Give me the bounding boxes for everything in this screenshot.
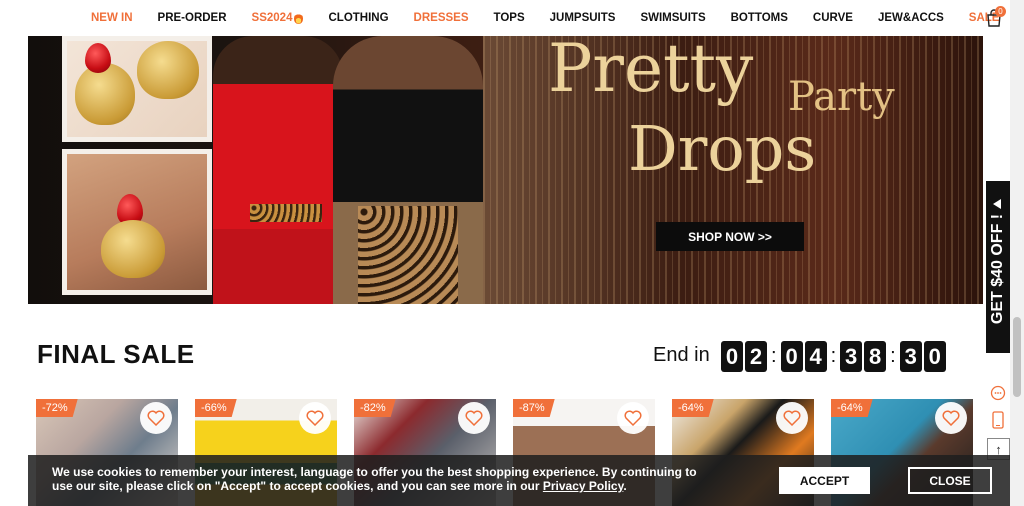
model-red-dress	[213, 36, 343, 304]
wishlist-heart-icon[interactable]	[776, 402, 808, 434]
wishlist-heart-icon[interactable]	[935, 402, 967, 434]
gold-leaf-earring	[137, 41, 199, 99]
fire-icon	[294, 12, 304, 24]
countdown-digit: 0	[923, 341, 946, 372]
mobile-app-icon[interactable]	[989, 411, 1007, 429]
countdown-separator: :	[771, 345, 777, 367]
close-cookie-button[interactable]: CLOSE	[908, 467, 992, 494]
nav-item-jew-accs[interactable]: JEW&ACCS	[878, 12, 944, 24]
nav-links: NEW IN PRE-ORDER SS2024 CLOTHING DRESSES…	[91, 12, 1024, 24]
discount-badge: -64%	[831, 399, 873, 417]
cart-count-badge: 0	[995, 6, 1006, 17]
nav-item-bottoms[interactable]: BOTTOMS	[731, 12, 788, 24]
collapse-arrow-icon[interactable]	[993, 199, 1001, 209]
hero-headline-drops: Drops	[628, 112, 817, 185]
final-sale-title: FINAL SALE	[37, 339, 195, 369]
gold-leaf-earring	[75, 63, 135, 125]
leopard-skirt	[358, 206, 458, 304]
nav-item-pre-order[interactable]: PRE-ORDER	[158, 12, 227, 24]
wishlist-heart-icon[interactable]	[617, 402, 649, 434]
nav-item-curve[interactable]: CURVE	[813, 12, 853, 24]
red-gem	[85, 43, 111, 73]
countdown-separator: :	[890, 345, 896, 367]
nav-item-jumpsuits[interactable]: JUMPSUITS	[550, 12, 616, 24]
end-in-label: End in	[653, 344, 710, 366]
discount-badge: -66%	[195, 399, 237, 417]
promo-label: GET $40 OFF !	[989, 213, 1006, 325]
countdown-digit: 4	[804, 341, 827, 372]
earring-photo-top	[62, 36, 212, 142]
nav-item-tops[interactable]: TOPS	[494, 12, 525, 24]
discount-badge: -64%	[672, 399, 714, 417]
page-scrollbar[interactable]	[1010, 0, 1024, 506]
discount-badge: -87%	[513, 399, 555, 417]
privacy-policy-link[interactable]: Privacy Policy	[543, 479, 624, 493]
countdown-digit: 3	[840, 341, 863, 372]
wishlist-heart-icon[interactable]	[458, 402, 490, 434]
countdown-digit: 2	[745, 341, 767, 372]
cookie-message-end: .	[623, 479, 627, 493]
discount-badge: -82%	[354, 399, 396, 417]
nav-item-swimsuits[interactable]: SWIMSUITS	[640, 12, 705, 24]
discount-badge: -72%	[36, 399, 78, 417]
countdown-digit: 0	[721, 341, 743, 372]
nav-item-ss2024-label: SS2024	[251, 12, 293, 24]
earring-photo-bottom	[62, 149, 212, 295]
countdown-digit: 3	[899, 341, 922, 372]
nav-item-clothing[interactable]: CLOTHING	[328, 12, 388, 24]
wishlist-heart-icon[interactable]	[299, 402, 331, 434]
promo-side-tab[interactable]: GET $40 OFF !	[986, 181, 1010, 353]
nav-item-ss2024[interactable]: SS2024	[252, 12, 304, 24]
accept-cookies-button[interactable]: ACCEPT	[779, 467, 870, 494]
nav-item-new-in[interactable]: NEW IN	[91, 12, 133, 24]
cookie-message: We use cookies to remember your interest…	[52, 465, 712, 493]
nav-item-dresses[interactable]: DRESSES	[414, 12, 469, 24]
gold-leaf-earring	[101, 220, 165, 278]
hero-headline-pretty: Pretty	[548, 36, 754, 107]
countdown-digit: 8	[864, 341, 887, 372]
leopard-belt	[250, 204, 322, 222]
hero-banner[interactable]: Pretty Party Drops SHOP NOW >>	[28, 36, 983, 304]
countdown-digit: 0	[780, 341, 803, 372]
top-nav: NEW IN PRE-ORDER SS2024 CLOTHING DRESSES…	[0, 0, 1010, 36]
scrollbar-thumb[interactable]	[1013, 317, 1021, 397]
chat-icon[interactable]	[989, 384, 1007, 402]
countdown-separator: :	[830, 345, 837, 367]
countdown-timer: 0 2 : 0 4 : 3 8 : 3 0	[721, 341, 948, 372]
page: NEW IN PRE-ORDER SS2024 CLOTHING DRESSES…	[0, 0, 1024, 506]
cookie-banner: We use cookies to remember your interest…	[28, 455, 1010, 506]
wishlist-heart-icon[interactable]	[140, 402, 172, 434]
shop-now-button[interactable]: SHOP NOW >>	[656, 222, 804, 251]
